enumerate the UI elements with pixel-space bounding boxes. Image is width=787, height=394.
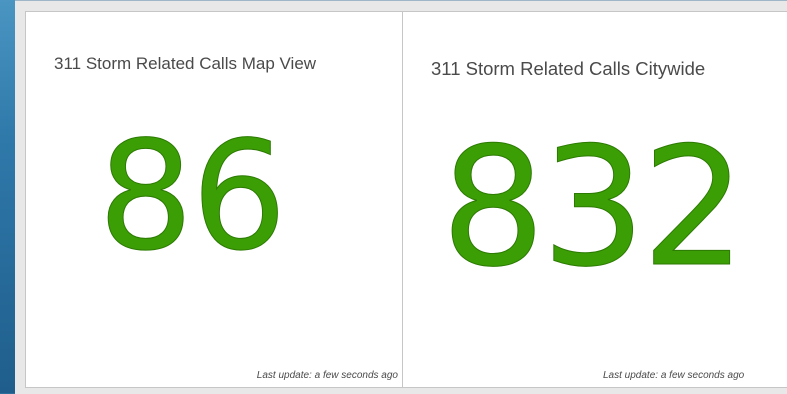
dashboard-panel: 311 Storm Related Calls Map View 86 Last… bbox=[15, 0, 787, 394]
indicator-card-citywide[interactable]: 311 Storm Related Calls Citywide 832 Las… bbox=[402, 11, 787, 388]
last-update-text: Last update: a few seconds ago bbox=[603, 370, 745, 381]
indicator-card-map-view[interactable]: 311 Storm Related Calls Map View 86 Last… bbox=[25, 11, 403, 388]
indicator-value: 832 bbox=[440, 112, 746, 303]
card-title: 311 Storm Related Calls Map View bbox=[54, 54, 317, 73]
card-title: 311 Storm Related Calls Citywide bbox=[431, 58, 706, 79]
last-update-text: Last update: a few seconds ago bbox=[256, 370, 398, 381]
indicator-value: 86 bbox=[98, 110, 288, 284]
